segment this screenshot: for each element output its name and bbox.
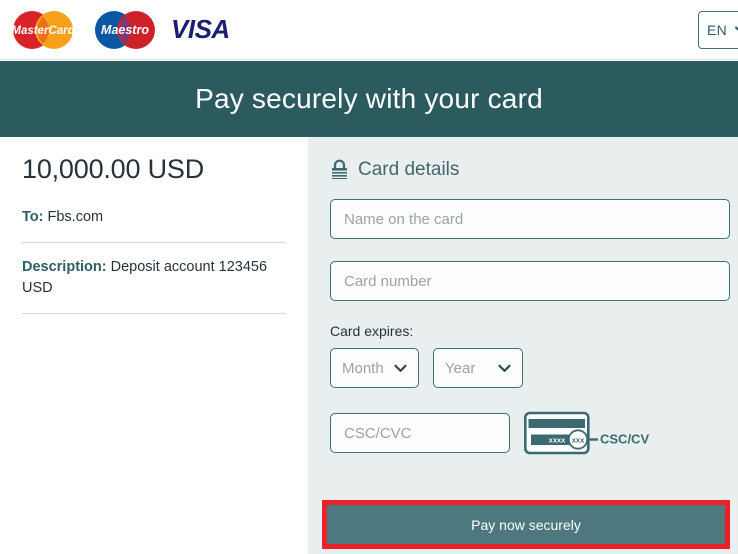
name-on-card-input[interactable]: Name on the card (330, 199, 730, 239)
svg-text:MasterCard: MasterCard (11, 25, 75, 37)
description-row: Description: Deposit account 123456 USD (22, 257, 286, 299)
amount-value: 10,000.00 USD (22, 154, 205, 184)
expiry-selects: Month Year (330, 348, 722, 388)
recipient-value: Fbs.com (47, 209, 104, 225)
pay-now-securely-button[interactable]: Pay now securely (327, 505, 725, 544)
recipient-row: To: Fbs.com (22, 207, 286, 228)
expiry-month-select[interactable]: Month (330, 348, 419, 388)
description-label: Description: (22, 259, 107, 276)
expiry-year-select[interactable]: Year (433, 348, 523, 388)
page-title: Pay securely with your card (195, 83, 543, 114)
expiry-month-value: Month (342, 359, 384, 377)
order-summary-panel: 10,000.00 USD To: Fbs.com Description: D… (0, 137, 308, 554)
svg-text:xxx: xxx (572, 435, 585, 444)
chevron-down-icon (394, 364, 407, 372)
card-details-title: Card details (358, 159, 460, 180)
recipient-label: To: (22, 209, 44, 225)
name-on-card-placeholder: Name on the card (344, 210, 464, 228)
chevron-down-icon (498, 364, 511, 372)
summary-divider-bottom (22, 313, 286, 315)
cvc-input[interactable]: CSC/CVC (330, 413, 510, 453)
card-details-heading: Card details (330, 159, 722, 181)
mastercard-logo: MasterCard (11, 10, 76, 49)
language-selector[interactable]: EN (698, 11, 738, 49)
svg-text:VISA: VISA (171, 14, 230, 44)
maestro-logo: Maestro (95, 10, 155, 49)
summary-divider-top (22, 242, 286, 244)
cvc-row: CSC/CVC xxxx xxx CSC/CVC (330, 410, 722, 456)
svg-text:Maestro: Maestro (101, 23, 149, 37)
accepted-cards-logos: MasterCard Maestro VISA (4, 8, 238, 52)
pay-button-highlight: Pay now securely (322, 500, 730, 549)
top-bar: MasterCard Maestro VISA EN (0, 0, 738, 60)
cvc-help-illustration: xxxx xxx CSC/CVC (524, 410, 649, 456)
expiry-year-value: Year (445, 359, 476, 377)
page-banner: Pay securely with your card (0, 61, 738, 137)
pay-button-label: Pay now securely (471, 516, 581, 533)
card-details-panel: Card details Name on the card Card numbe… (308, 137, 738, 554)
svg-text:CSC/CVC: CSC/CVC (600, 431, 649, 446)
language-selector-value: EN (707, 22, 728, 38)
page-content: 10,000.00 USD To: Fbs.com Description: D… (0, 137, 738, 554)
card-number-placeholder: Card number (344, 272, 432, 290)
card-back-icon: xxxx xxx CSC/CVC (524, 411, 649, 455)
card-expires-label: Card expires: (330, 323, 414, 339)
cvc-placeholder: CSC/CVC (344, 424, 412, 442)
lock-icon (332, 159, 347, 179)
svg-text:xxxx: xxxx (549, 436, 567, 445)
card-number-input[interactable]: Card number (330, 261, 730, 301)
visa-logo: VISA (171, 14, 230, 44)
